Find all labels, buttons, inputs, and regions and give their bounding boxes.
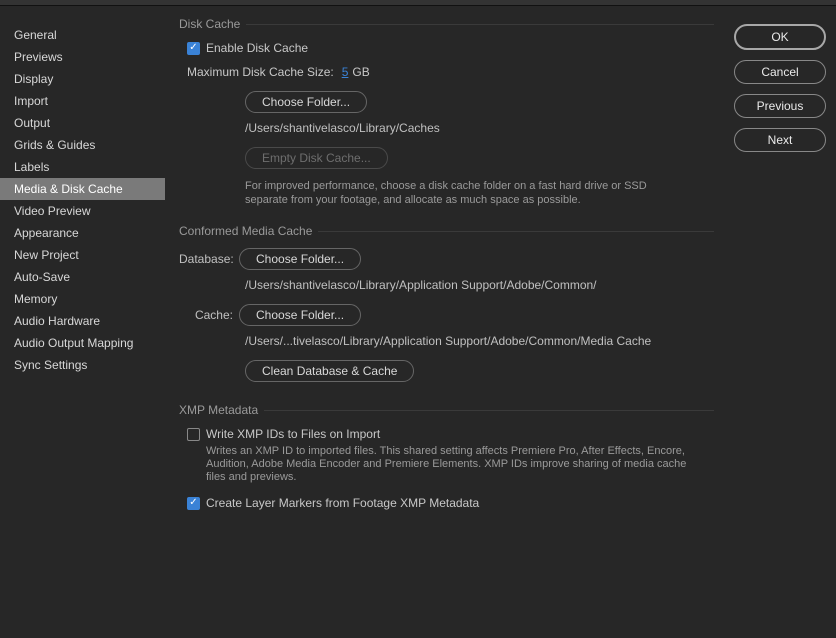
max-cache-size-label: Maximum Disk Cache Size: xyxy=(187,65,334,79)
sidebar-item-auto-save[interactable]: Auto-Save xyxy=(0,266,165,288)
sidebar-item-grids-guides[interactable]: Grids & Guides xyxy=(0,134,165,156)
sidebar-item-display[interactable]: Display xyxy=(0,68,165,90)
database-path: /Users/shantivelasco/Library/Application… xyxy=(245,274,714,300)
database-label: Database: xyxy=(179,252,239,266)
sidebar-item-audio-hardware[interactable]: Audio Hardware xyxy=(0,310,165,332)
disk-cache-path: /Users/shantivelasco/Library/Caches xyxy=(245,117,714,143)
write-xmp-ids-help: Writes an XMP ID to imported files. This… xyxy=(206,445,706,484)
category-sidebar: General Previews Display Import Output G… xyxy=(0,6,165,638)
cancel-button[interactable]: Cancel xyxy=(734,60,826,84)
sidebar-item-import[interactable]: Import xyxy=(0,90,165,112)
dialog-buttons: OK Cancel Previous Next xyxy=(724,6,836,638)
sidebar-item-previews[interactable]: Previews xyxy=(0,46,165,68)
previous-button[interactable]: Previous xyxy=(734,94,826,118)
disk-cache-choose-folder-button[interactable]: Choose Folder... xyxy=(245,91,367,113)
empty-disk-cache-button[interactable]: Empty Disk Cache... xyxy=(245,147,388,169)
database-choose-folder-button[interactable]: Choose Folder... xyxy=(239,248,361,270)
sidebar-item-labels[interactable]: Labels xyxy=(0,156,165,178)
sidebar-item-new-project[interactable]: New Project xyxy=(0,244,165,266)
sidebar-item-output[interactable]: Output xyxy=(0,112,165,134)
disk-cache-title: Disk Cache xyxy=(179,17,246,31)
next-button[interactable]: Next xyxy=(734,128,826,152)
sidebar-item-media-disk-cache[interactable]: Media & Disk Cache xyxy=(0,178,165,200)
max-cache-size-unit: GB xyxy=(352,65,369,79)
conformed-media-cache-title: Conformed Media Cache xyxy=(179,224,318,238)
cache-choose-folder-button[interactable]: Choose Folder... xyxy=(239,304,361,326)
enable-disk-cache-label: Enable Disk Cache xyxy=(206,41,308,55)
create-layer-markers-label: Create Layer Markers from Footage XMP Me… xyxy=(206,496,479,510)
disk-cache-panel: Disk Cache Enable Disk Cache Maximum Dis… xyxy=(179,24,714,225)
sidebar-item-audio-output-mapping[interactable]: Audio Output Mapping xyxy=(0,332,165,354)
main-content: Disk Cache Enable Disk Cache Maximum Dis… xyxy=(165,6,724,638)
xmp-metadata-panel: XMP Metadata Write XMP IDs to Files on I… xyxy=(179,410,714,532)
sidebar-item-memory[interactable]: Memory xyxy=(0,288,165,310)
sidebar-item-appearance[interactable]: Appearance xyxy=(0,222,165,244)
cache-label: Cache: xyxy=(179,308,239,322)
clean-database-cache-button[interactable]: Clean Database & Cache xyxy=(245,360,414,382)
write-xmp-ids-checkbox[interactable] xyxy=(187,428,200,441)
sidebar-item-general[interactable]: General xyxy=(0,24,165,46)
create-layer-markers-checkbox[interactable] xyxy=(187,497,200,510)
sidebar-item-sync-settings[interactable]: Sync Settings xyxy=(0,354,165,376)
enable-disk-cache-checkbox[interactable] xyxy=(187,42,200,55)
sidebar-item-video-preview[interactable]: Video Preview xyxy=(0,200,165,222)
xmp-metadata-title: XMP Metadata xyxy=(179,403,264,417)
write-xmp-ids-label: Write XMP IDs to Files on Import xyxy=(206,427,380,441)
conformed-media-cache-panel: Conformed Media Cache Database: Choose F… xyxy=(179,231,714,404)
disk-cache-help: For improved performance, choose a disk … xyxy=(245,179,685,207)
cache-path: /Users/...tivelasco/Library/Application … xyxy=(245,330,714,356)
ok-button[interactable]: OK xyxy=(734,24,826,50)
max-cache-size-value[interactable]: 5 xyxy=(342,65,349,79)
